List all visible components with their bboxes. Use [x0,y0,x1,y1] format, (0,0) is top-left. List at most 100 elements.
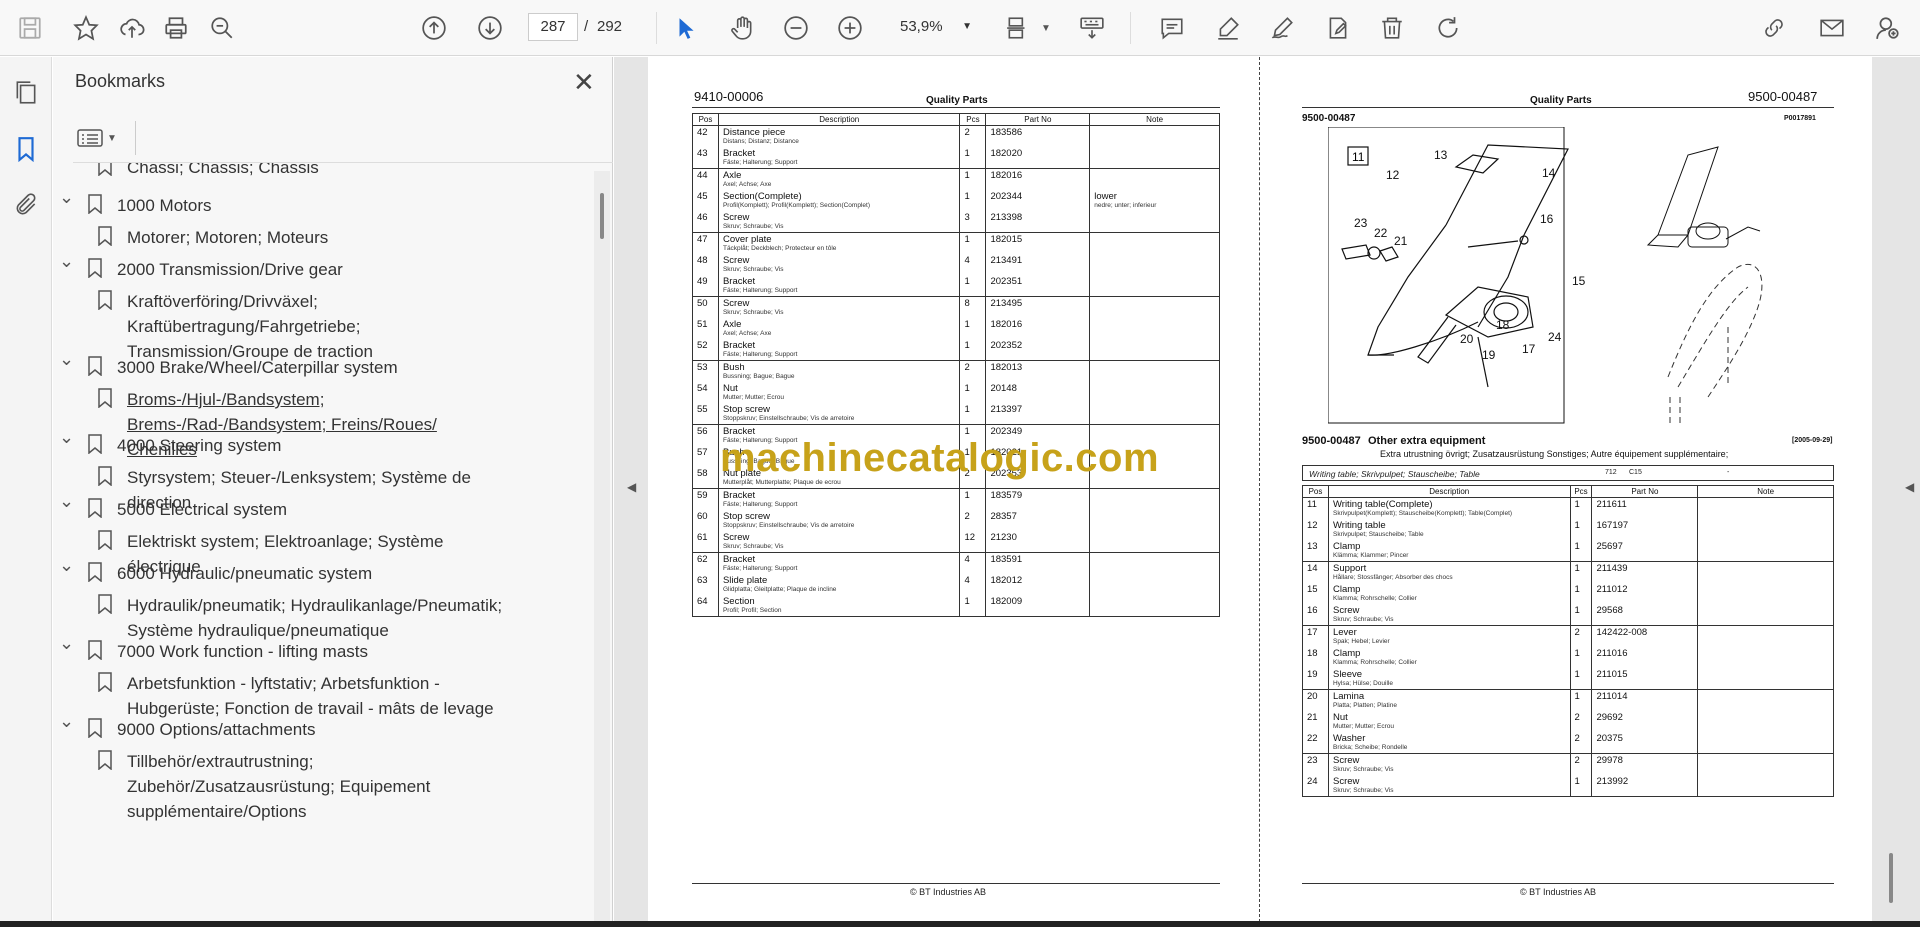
keyboard-scroll-icon[interactable] [1076,12,1108,44]
select-cursor-icon[interactable] [670,12,702,44]
scrollbar-thumb[interactable] [1889,853,1893,903]
pcs-cell: 3 [959,211,987,233]
chevron-down-icon[interactable]: ⌄ [59,251,75,272]
pos-value: 56 [697,426,708,437]
description-text: Screw [722,298,750,309]
comment-icon[interactable] [1156,12,1188,44]
bookmark-section[interactable]: ⌄ 3000 Brake/Wheel/Caterpillar system [59,349,517,380]
bookmark-section[interactable]: ⌄ 9000 Options/attachments [59,711,517,742]
zoom-level-select[interactable]: 53,9% ▼ [888,13,978,41]
pos-value: 21 [1307,712,1318,723]
zoom-in-icon[interactable] [834,12,866,44]
pcs-cell: 1 [959,403,987,425]
share-link-icon[interactable] [1758,12,1790,44]
hand-tool-icon[interactable] [726,12,758,44]
pos-value: 49 [697,276,708,287]
bookmark-subitem[interactable]: Motorer; Motoren; Moteurs [97,225,507,250]
description-cell: Nut Mutter; Mutter; Ecrou [717,382,961,403]
header-rule [692,107,1220,108]
print-icon[interactable] [160,12,192,44]
email-icon[interactable] [1816,12,1848,44]
bookmark-section[interactable]: ⌄ 6000 Hydraulic/pneumatic system [59,555,517,586]
highlighter-icon[interactable] [1212,12,1244,44]
page-up-icon[interactable] [418,12,450,44]
chevron-down-icon[interactable]: ⌄ [59,491,75,512]
pos-value: 55 [697,404,708,415]
pcs-cell: 1 [1569,540,1593,562]
collapse-left-icon[interactable]: ◀ [627,480,636,494]
chevron-down-icon[interactable]: ⌄ [59,633,75,654]
pos-value: 45 [697,191,708,202]
bookmark-section[interactable]: ⌄ 1000 Motors [59,187,517,218]
pos-value: 57 [697,447,708,458]
chevron-down-icon[interactable]: ⌄ [59,187,75,208]
save-icon[interactable] [14,12,46,44]
bookmark-subitem[interactable]: Tillbehör/extrautrustning; Zubehör/Zusat… [97,749,507,824]
note-cell [1697,519,1834,540]
sign-pen-icon[interactable] [1266,12,1298,44]
scrollbar-thumb[interactable] [600,193,604,239]
bookmarks-scrollbar[interactable] [594,171,610,921]
star-icon[interactable] [70,12,102,44]
callout-number: 24 [1548,330,1562,344]
description-translations: Stoppskruv; Einstellschraube; Vis de arr… [722,522,855,529]
rotate-icon[interactable] [1432,12,1464,44]
part-number-cell: 167197 [1591,519,1699,540]
part-number-value: 183586 [990,127,1023,138]
part-number-value: 211012 [1596,584,1628,595]
pcs-value: 4 [964,255,970,266]
bookmark-icon[interactable] [10,133,42,165]
description-text: Clamp [1332,584,1361,595]
chevron-down-icon[interactable]: ⌄ [59,349,75,370]
pcs-cell: 1 [959,275,987,297]
bookmark-subitem[interactable]: Kraftöverföring/Drivväxel; Kraftübertrag… [97,289,507,364]
document-scrollbar[interactable] [1884,57,1900,921]
bookmark-icon [87,194,103,215]
bookmark-subitem[interactable]: Arbetsfunktion - lyftstativ; Arbetsfunkt… [97,671,507,721]
part-number-cell: 202344 [985,190,1091,211]
page-thumbnails-icon[interactable] [10,77,42,109]
pos-value: 20 [1307,691,1318,702]
pcs-cell: 1 [959,318,987,339]
pos-value: 46 [697,212,708,223]
description-text: Writing table [1332,520,1386,531]
toolbar-divider [1130,12,1131,44]
page-down-icon[interactable] [474,12,506,44]
toolbar-divider [135,121,136,155]
bookmark-icon [97,530,113,551]
parts-table: Pos Description Pcs Part No Note 11 Writi… [1302,485,1834,797]
collapse-right-icon[interactable]: ◀ [1905,480,1914,494]
attachment-icon[interactable] [10,189,42,221]
upload-cloud-icon[interactable] [116,12,148,44]
zoom-out-icon[interactable] [780,12,812,44]
bookmark-section[interactable]: ⌄ 4000 Steering system [59,427,517,458]
user-account-icon[interactable] [1872,12,1904,44]
chevron-down-icon[interactable]: ▼ [1030,12,1062,44]
doc-number: 9410-00006 [694,89,764,104]
callout-number: 12 [1386,168,1400,182]
chevron-down-icon[interactable]: ⌄ [59,711,75,732]
pos-cell: 42 [692,125,719,147]
edit-document-icon[interactable] [1322,12,1354,44]
pcs-value: 1 [1574,669,1580,680]
pcs-value: 1 [964,148,970,159]
chevron-down-icon[interactable]: ⌄ [59,555,75,576]
description-cell: Lamina Platta; Platten; Platine [1327,689,1571,711]
bookmark-section[interactable]: ⌄ 2000 Transmission/Drive gear [59,251,517,282]
bookmark-label: 7000 Work function - lifting masts [117,642,369,661]
bookmark-section[interactable]: ⌄ 7000 Work function - lifting masts [59,633,517,664]
close-icon[interactable]: ✕ [573,67,595,98]
bookmark-label: Arbetsfunktion - lyftstativ; Arbetsfunkt… [127,674,494,718]
table-row: 60 Stop screw Stoppskruv; Einstellschraube… [692,510,1220,531]
chevron-down-icon[interactable]: ⌄ [59,427,75,448]
bookmark-subitem[interactable]: Chassi; Chassis; Chassis [97,163,507,180]
bookmark-section[interactable]: ⌄ 5000 Electrical system [59,491,517,522]
pos-cell: 12 [1302,519,1329,540]
search-zoom-icon[interactable] [206,12,238,44]
bookmark-subitem[interactable]: Hydraulik/pneumatik; Hydraulikanlage/Pne… [97,593,507,643]
trash-icon[interactable] [1376,12,1408,44]
description-translations: Bricka; Scheibe; Rondelle [1332,744,1408,751]
page-number-input[interactable]: 287 [528,13,578,41]
bookmark-options-button[interactable]: ▼ [77,125,123,151]
note-cell [1089,531,1220,553]
